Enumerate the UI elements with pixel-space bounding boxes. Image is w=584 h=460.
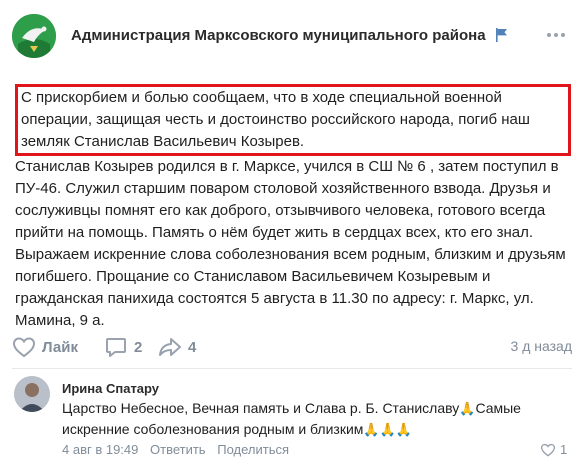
group-name[interactable]: Администрация Марксовского муниципальног…	[71, 27, 508, 44]
divider	[12, 368, 572, 369]
comment-footer: 4 авг в 19:49 Ответить Поделиться	[62, 442, 297, 457]
group-avatar[interactable]	[12, 14, 56, 58]
comment-avatar[interactable]	[14, 376, 50, 412]
share-count: 4	[188, 338, 197, 356]
share-icon	[159, 338, 181, 356]
comment-text-part1: Царство Небесное, Вечная память и Слава …	[62, 400, 460, 416]
share-button[interactable]: 4	[158, 334, 196, 360]
post-body: Станислав Козырев родился в г. Марксе, у…	[15, 158, 566, 329]
comment-like-button[interactable]: 1	[540, 442, 567, 457]
flag-icon	[495, 28, 507, 42]
comment-text: Царство Небесное, Вечная память и Слава …	[62, 398, 572, 440]
comment-icon	[106, 338, 126, 357]
praying-hands-icon: 🙏🙏🙏	[363, 422, 412, 437]
praying-hands-icon: 🙏	[459, 401, 476, 416]
like-button[interactable]: Лайк	[12, 334, 78, 360]
post-time[interactable]: 3 д назад	[511, 338, 572, 354]
post-actions: Лайк 2 4 3 д назад	[12, 334, 572, 360]
share-link[interactable]: Поделиться	[217, 442, 289, 457]
heart-icon	[540, 443, 556, 457]
post-header: Администрация Марксовского муниципальног…	[0, 0, 584, 78]
comment-button[interactable]: 2	[104, 334, 142, 360]
group-name-label[interactable]: Администрация Марксовского муниципальног…	[71, 27, 486, 44]
like-label: Лайк	[42, 338, 78, 356]
comment-author[interactable]: Ирина Спатару	[62, 381, 159, 396]
heart-icon	[12, 337, 36, 358]
reply-link[interactable]: Ответить	[150, 442, 206, 457]
comment-date[interactable]: 4 авг в 19:49	[62, 442, 138, 457]
highlighted-paragraph: С прискорбием и болью сообщаем, что в хо…	[15, 84, 571, 156]
post-text: С прискорбием и болью сообщаем, что в хо…	[15, 84, 571, 332]
more-icon[interactable]	[544, 28, 568, 42]
comment-like-count: 1	[560, 442, 568, 457]
comment-count: 2	[134, 338, 143, 356]
